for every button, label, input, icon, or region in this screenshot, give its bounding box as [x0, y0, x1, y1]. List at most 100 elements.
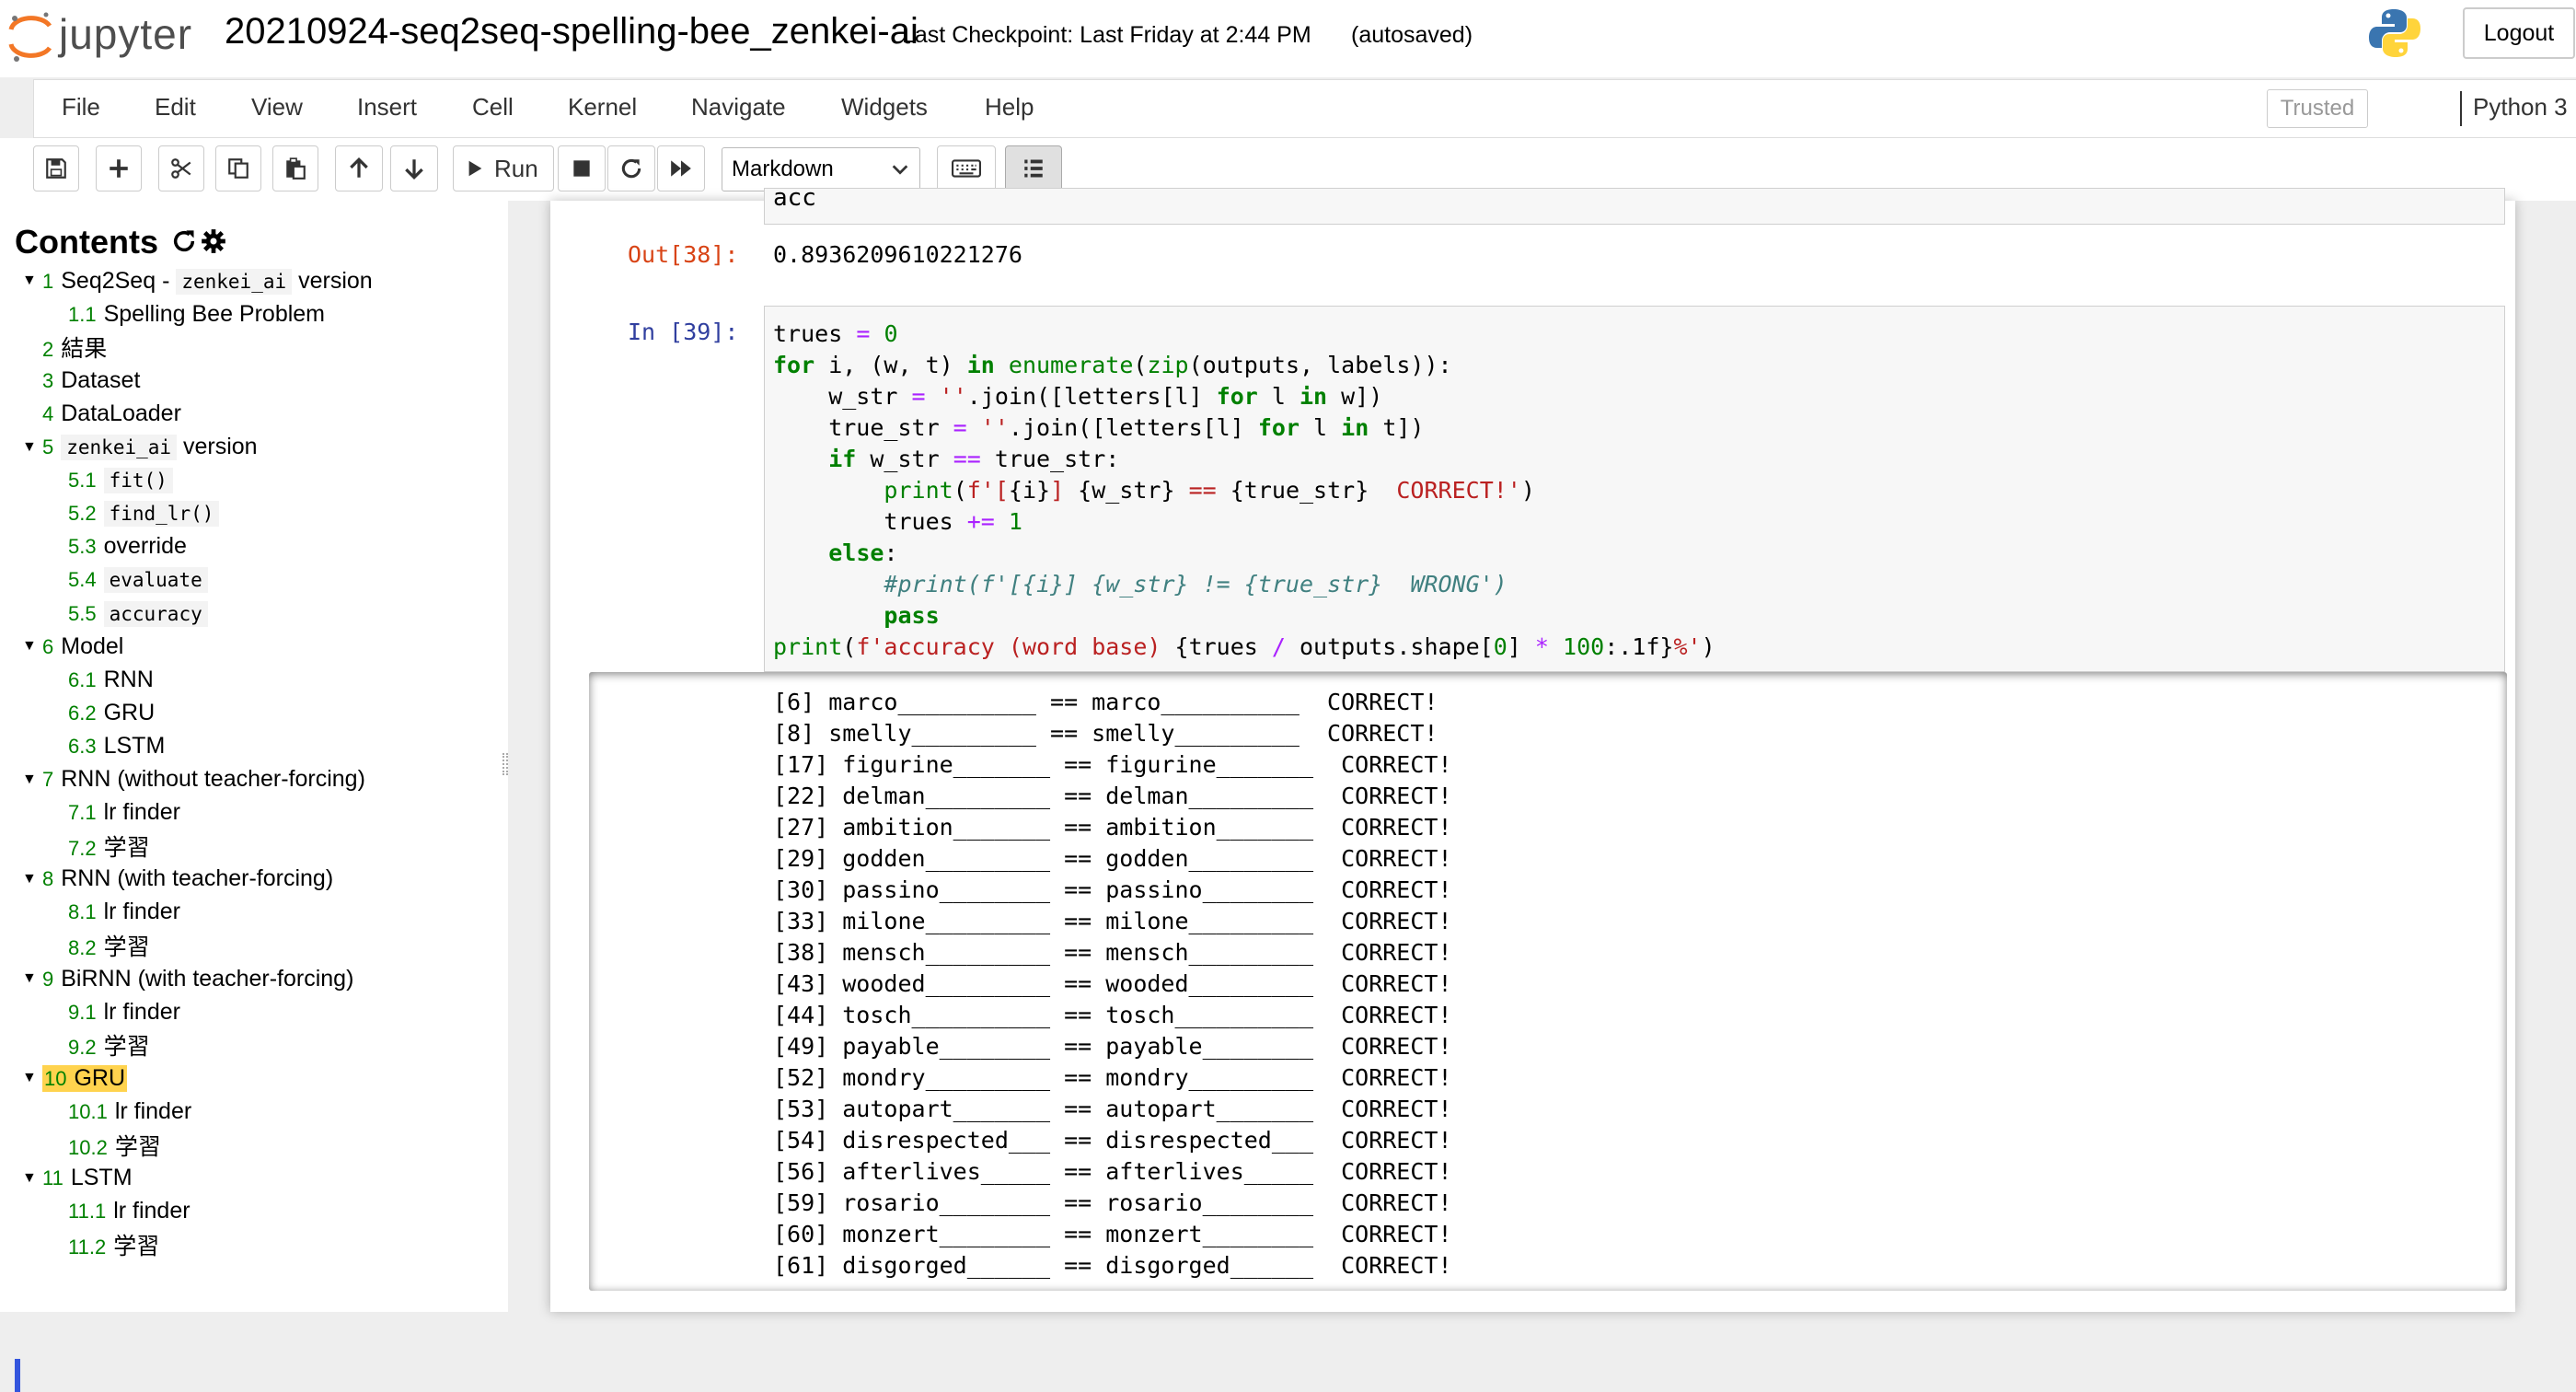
toc-item[interactable]: 8.1 lr finder: [68, 897, 180, 928]
toc-item[interactable]: 7.2 学習: [68, 830, 150, 862]
toc-item-label: 11.1 lr finder: [68, 1198, 191, 1224]
toc-item[interactable]: 11.2 学習: [68, 1229, 159, 1260]
code-line: print(f'accuracy (word base) {trues / ou…: [773, 633, 1715, 660]
toc-item[interactable]: 2 結果: [22, 331, 107, 363]
toc-item-text: lr finder: [103, 799, 180, 826]
menu-edit[interactable]: Edit: [155, 93, 196, 122]
caret-down-icon[interactable]: ▼: [22, 273, 42, 289]
output-line: [8] smelly_________ == smelly_________ C…: [773, 720, 1438, 747]
toc-toggle-button[interactable]: [1005, 145, 1062, 191]
menu-widgets[interactable]: Widgets: [841, 93, 928, 122]
output-value: 0.8936209610221276: [773, 241, 1022, 268]
run-button[interactable]: Run: [453, 145, 554, 191]
toc-item[interactable]: 1.1 Spelling Bee Problem: [68, 298, 325, 330]
toc-item-text: lr finder: [113, 1198, 191, 1224]
toc-item-number: 5.5: [68, 601, 97, 625]
toc-item[interactable]: 8.2 学習: [68, 930, 150, 961]
jupyter-logo[interactable]: jupyter: [6, 6, 199, 66]
toc-item[interactable]: ▼ 11 LSTM: [22, 1163, 133, 1194]
toc-item[interactable]: ▼ 5 zenkei_ai version: [22, 432, 258, 463]
toc-item[interactable]: 7.1 lr finder: [68, 797, 180, 829]
toc-item[interactable]: ▼ 9 BiRNN (with teacher-forcing): [22, 963, 353, 994]
menu-cell[interactable]: Cell: [472, 93, 514, 122]
toc-item[interactable]: ▼ 8 RNN (with teacher-forcing): [22, 864, 333, 895]
save-button[interactable]: [33, 145, 79, 191]
caret-down-icon[interactable]: ▼: [22, 771, 42, 788]
menu-view[interactable]: View: [251, 93, 303, 122]
toc-item[interactable]: 9.1 lr finder: [68, 996, 180, 1027]
toc-item[interactable]: 10.1 lr finder: [68, 1096, 191, 1128]
stop-icon: [573, 160, 590, 177]
caret-down-icon[interactable]: ▼: [22, 439, 42, 456]
toc-item[interactable]: 5.5 accuracy: [68, 597, 208, 629]
output-line: [44] tosch__________ == tosch__________ …: [773, 1002, 1452, 1028]
menu-insert[interactable]: Insert: [357, 93, 417, 122]
interrupt-button[interactable]: [558, 145, 606, 191]
trusted-indicator[interactable]: Trusted: [2267, 89, 2368, 128]
header: jupyter 20210924-seq2seq-spelling-bee_ze…: [0, 0, 2576, 77]
toc-item-number: 4: [42, 401, 54, 425]
toc-item-number: 6.2: [68, 701, 97, 725]
toc-item-text: RNN: [103, 666, 154, 692]
toc-item-text: Dataset: [61, 366, 141, 393]
jupyter-logo-icon: [8, 12, 52, 62]
restart-run-all-button[interactable]: [657, 145, 705, 191]
move-down-button[interactable]: [390, 145, 438, 191]
toc-item-label: 11.2 学習: [68, 1228, 159, 1261]
previous-cell-input[interactable]: [764, 188, 2505, 225]
toc-item-number: 5.2: [68, 502, 97, 526]
toc-item[interactable]: 4 DataLoader: [22, 398, 181, 429]
menu-file[interactable]: File: [62, 93, 100, 122]
notebook-title[interactable]: 20210924-seq2seq-spelling-bee_zenkei-ai: [225, 11, 918, 52]
code-cell-source[interactable]: trues = 0 for i, (w, t) in enumerate(zip…: [773, 319, 1715, 663]
output-line: [60] monzert________ == monzert________ …: [773, 1221, 1452, 1247]
toc-item[interactable]: ▼ 10 GRU: [22, 1062, 128, 1094]
toc-item[interactable]: 6.3 LSTM: [68, 730, 165, 761]
toc-item[interactable]: 5.4 evaluate: [68, 564, 208, 596]
code-line: trues = 0: [773, 320, 898, 347]
play-icon: [468, 160, 482, 177]
gear-icon[interactable]: [201, 228, 226, 254]
toc-item[interactable]: 5.1 fit(): [68, 465, 173, 496]
caret-down-icon[interactable]: ▼: [22, 871, 42, 887]
toc-item[interactable]: 9.2 学習: [68, 1029, 150, 1061]
chevron-down-icon: [892, 165, 908, 175]
caret-down-icon[interactable]: ▼: [22, 1170, 42, 1187]
refresh-icon: [621, 158, 641, 179]
menu-kernel[interactable]: Kernel: [568, 93, 637, 122]
output-line: [30] passino________ == passino________ …: [773, 876, 1452, 903]
caret-down-icon[interactable]: ▼: [22, 970, 42, 987]
restart-button[interactable]: [607, 145, 655, 191]
toc-item[interactable]: 5.3 override: [68, 531, 187, 563]
copy-button[interactable]: [215, 145, 261, 191]
menu-navigate[interactable]: Navigate: [691, 93, 786, 122]
arrow-down-icon: [405, 159, 423, 180]
toc-item[interactable]: 10.2 学習: [68, 1130, 161, 1161]
cut-button[interactable]: [158, 145, 204, 191]
refresh-icon[interactable]: [171, 228, 197, 254]
toc-item-code: fit(): [103, 468, 173, 494]
logout-button[interactable]: Logout: [2463, 7, 2575, 59]
toc-item[interactable]: 6.1 RNN: [68, 664, 154, 695]
toc-title: Contents: [15, 223, 158, 261]
toc-item[interactable]: 3 Dataset: [22, 365, 140, 396]
command-palette-button[interactable]: [937, 145, 996, 191]
menu-help[interactable]: Help: [985, 93, 1034, 122]
caret-down-icon[interactable]: ▼: [22, 1070, 42, 1086]
caret-down-icon[interactable]: ▼: [22, 638, 42, 655]
cell-type-select[interactable]: Markdown: [722, 147, 920, 191]
insert-cell-button[interactable]: [96, 145, 142, 191]
toc-item[interactable]: 6.2 GRU: [68, 697, 155, 728]
toc-item-number: 5.3: [68, 535, 97, 559]
toc-item[interactable]: 11.1 lr finder: [68, 1196, 191, 1227]
cell-output-scroll-area[interactable]: [6] marco__________ == marco__________ C…: [589, 672, 2507, 1291]
toc-item[interactable]: 5.2 find_lr(): [68, 498, 220, 529]
move-up-button[interactable]: [335, 145, 383, 191]
toc-item[interactable]: ▼ 7 RNN (without teacher-forcing): [22, 764, 365, 795]
toc-item-number: 10.2: [68, 1135, 108, 1159]
toc-item-label: 8.1 lr finder: [68, 899, 180, 925]
toc-item-number: 11.2: [68, 1235, 107, 1259]
paste-button[interactable]: [272, 145, 318, 191]
toc-item[interactable]: ▼ 1 Seq2Seq - zenkei_ai version: [22, 265, 373, 296]
toc-item[interactable]: ▼ 6 Model: [22, 631, 123, 662]
